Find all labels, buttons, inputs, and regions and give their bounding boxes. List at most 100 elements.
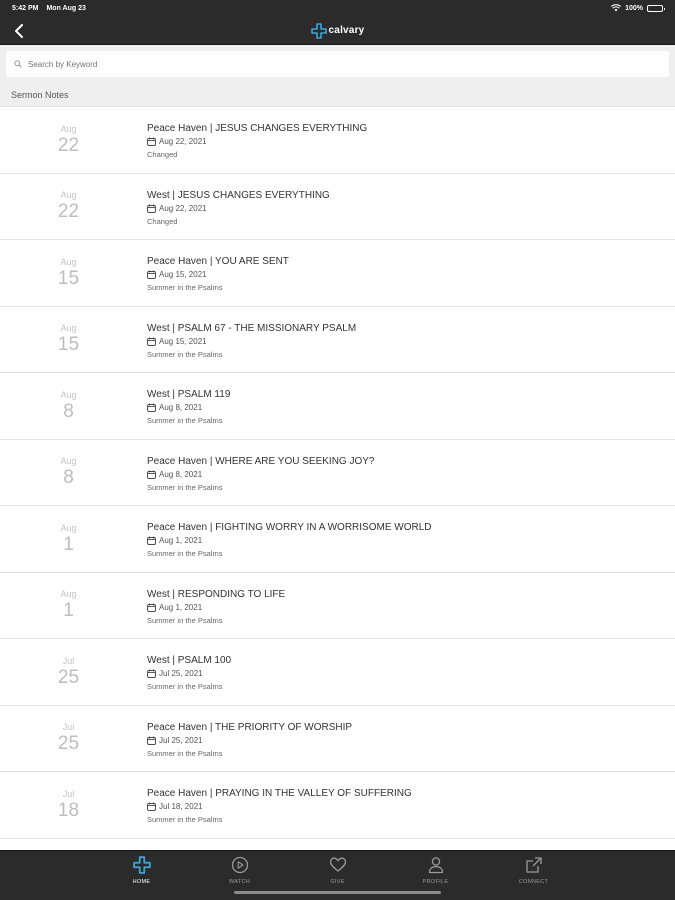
date-column: Aug 8 [0, 440, 147, 506]
date-month: Jul [62, 722, 75, 733]
date-month: Aug [60, 123, 77, 134]
sermon-date-text: Aug 15, 2021 [159, 270, 207, 279]
chevron-left-icon [15, 24, 23, 38]
sermon-row[interactable]: Jul 25 Peace Haven | THE PRIORITY OF WOR… [0, 706, 675, 772]
info-column: West | RESPONDING TO LIFE Aug 1, 2021 Su… [147, 573, 285, 639]
tab-connect[interactable]: CONNECT [485, 851, 583, 900]
calendar-icon [147, 470, 156, 479]
date-month: Aug [60, 256, 77, 267]
info-column: West | JESUS CHANGES EVERYTHING Aug 22, … [147, 174, 330, 240]
share-icon [525, 857, 542, 873]
calendar-icon [147, 204, 156, 213]
date-month: Aug [60, 589, 77, 600]
sermon-date: Aug 15, 2021 [147, 268, 289, 281]
sermon-row[interactable]: Aug 15 West | PSALM 67 - THE MISSIONARY … [0, 307, 675, 373]
section-header: Sermon Notes [0, 83, 675, 107]
sermon-date-text: Aug 22, 2021 [159, 203, 207, 213]
sermon-row[interactable]: Aug 22 West | JESUS CHANGES EVERYTHING A… [0, 174, 675, 240]
date-month: Aug [60, 190, 77, 201]
sermon-date-text: Aug 22, 2021 [159, 137, 207, 146]
sermon-series: Summer in the Psalms [147, 748, 223, 758]
tab-label: WATCH [228, 879, 251, 885]
date-column: Aug 22 [0, 174, 147, 240]
date-day: 25 [57, 733, 80, 755]
sermon-date-text: Aug 1, 2021 [159, 602, 203, 612]
back-button[interactable] [8, 19, 30, 43]
info-column: Peace Haven | JESUS CHANGES EVERYTHING A… [147, 107, 367, 173]
date-month: Jul [62, 655, 75, 666]
date-column: Aug 22 [0, 107, 147, 173]
tab-label: HOME [132, 879, 151, 885]
date-column: Jul 18 [0, 772, 147, 838]
sermon-series: Summer in the Psalms [147, 283, 223, 292]
sermon-series: Summer in the Psalms [147, 615, 223, 625]
sermon-series: Summer in the Psalms [147, 682, 223, 691]
sermon-series: Summer in the Psalms [147, 815, 223, 824]
sermon-row[interactable]: Aug 1 Peace Haven | FIGHTING WORRY IN A … [0, 506, 675, 573]
sermon-title: Peace Haven | WHERE ARE YOU SEEKING JOY? [147, 455, 375, 467]
app-logo: calvary [310, 22, 365, 39]
date-column: Aug 1 [0, 573, 147, 639]
calendar-icon [147, 736, 156, 745]
sermon-row[interactable]: Aug 15 Peace Haven | YOU ARE SENT Aug 15… [0, 240, 675, 307]
tab-home[interactable]: HOME [93, 851, 191, 900]
date-day: 8 [63, 400, 74, 422]
date-day: 15 [57, 334, 80, 356]
sermon-date: Jul 25, 2021 [147, 734, 352, 747]
sermon-title: West | PSALM 119 [147, 389, 231, 400]
tab-label: PROFILE [422, 879, 449, 885]
sermon-row[interactable]: Aug 22 Peace Haven | JESUS CHANGES EVERY… [0, 107, 675, 174]
info-column: Peace Haven | THE PRIORITY OF WORSHIP Ju… [147, 706, 352, 772]
sermon-row[interactable]: Aug 8 West | PSALM 119 Aug 8, 2021 Summe… [0, 373, 675, 440]
date-column: Aug 1 [0, 506, 147, 572]
sermon-list: Aug 22 Peace Haven | JESUS CHANGES EVERY… [0, 107, 675, 850]
info-column: West | PSALM 67 - THE MISSIONARY PSALM A… [147, 307, 356, 373]
wifi-icon [611, 3, 622, 14]
sermon-date: Aug 8, 2021 [147, 401, 230, 414]
sermon-date-text: Aug 8, 2021 [159, 403, 203, 412]
calendar-icon [147, 270, 156, 279]
sermon-row[interactable]: Jul 18 Peace Haven | PRAYING IN THE VALL… [0, 772, 675, 839]
sermon-series: Summer in the Psalms [147, 349, 223, 359]
person-icon [428, 857, 443, 874]
date-day: 1 [63, 600, 74, 622]
sermon-date: Aug 1, 2021 [147, 601, 285, 614]
search-input[interactable] [28, 59, 661, 69]
logo-text: calvary [328, 25, 365, 36]
sermon-date-text: Jul 25, 2021 [159, 669, 203, 678]
calendar-icon [147, 536, 156, 545]
info-column: West | PSALM 100 Jul 25, 2021 Summer in … [147, 639, 231, 705]
date-month: Aug [60, 456, 77, 467]
sermon-date-text: Aug 8, 2021 [159, 469, 203, 479]
info-column: Peace Haven | YOU ARE SENT Aug 15, 2021 … [147, 240, 289, 306]
date-column: Aug 15 [0, 307, 147, 373]
sermon-series: Changed [147, 216, 178, 226]
date-day: 18 [57, 799, 80, 821]
date-column: Jul 25 [0, 639, 147, 705]
sermon-date: Aug 22, 2021 [147, 135, 367, 148]
date-day: 1 [63, 533, 74, 555]
sermon-series: Summer in the Psalms [147, 416, 223, 425]
nav-bar: calvary [0, 17, 675, 45]
info-column: Peace Haven | PRAYING IN THE VALLEY OF S… [147, 772, 412, 838]
heart-icon [329, 857, 346, 872]
sermon-row[interactable]: Aug 8 Peace Haven | WHERE ARE YOU SEEKIN… [0, 440, 675, 506]
sermon-date-text: Jul 18, 2021 [159, 802, 203, 811]
sermon-date: Jul 25, 2021 [147, 667, 231, 680]
date-day: 8 [63, 467, 74, 489]
sermon-date: Aug 22, 2021 [147, 202, 330, 215]
calendar-icon [147, 403, 156, 412]
calendar-icon [147, 137, 156, 146]
date-month: Aug [60, 522, 77, 533]
sermon-title: West | PSALM 100 [147, 655, 232, 666]
sermon-row[interactable]: Jul 25 West | PSALM 100 Jul 25, 2021 Sum… [0, 639, 675, 706]
date-day: 25 [57, 666, 80, 688]
sermon-title: Peace Haven | YOU ARE SENT [147, 256, 289, 267]
sermon-row[interactable]: Aug 1 West | RESPONDING TO LIFE Aug 1, 2… [0, 573, 675, 639]
status-time: 5:42 PM [12, 5, 39, 12]
date-day: 22 [57, 201, 80, 223]
calendar-icon [147, 337, 156, 346]
search-box[interactable] [6, 51, 669, 77]
date-column: Aug 8 [0, 373, 147, 439]
battery-percent: 100% [625, 5, 643, 12]
